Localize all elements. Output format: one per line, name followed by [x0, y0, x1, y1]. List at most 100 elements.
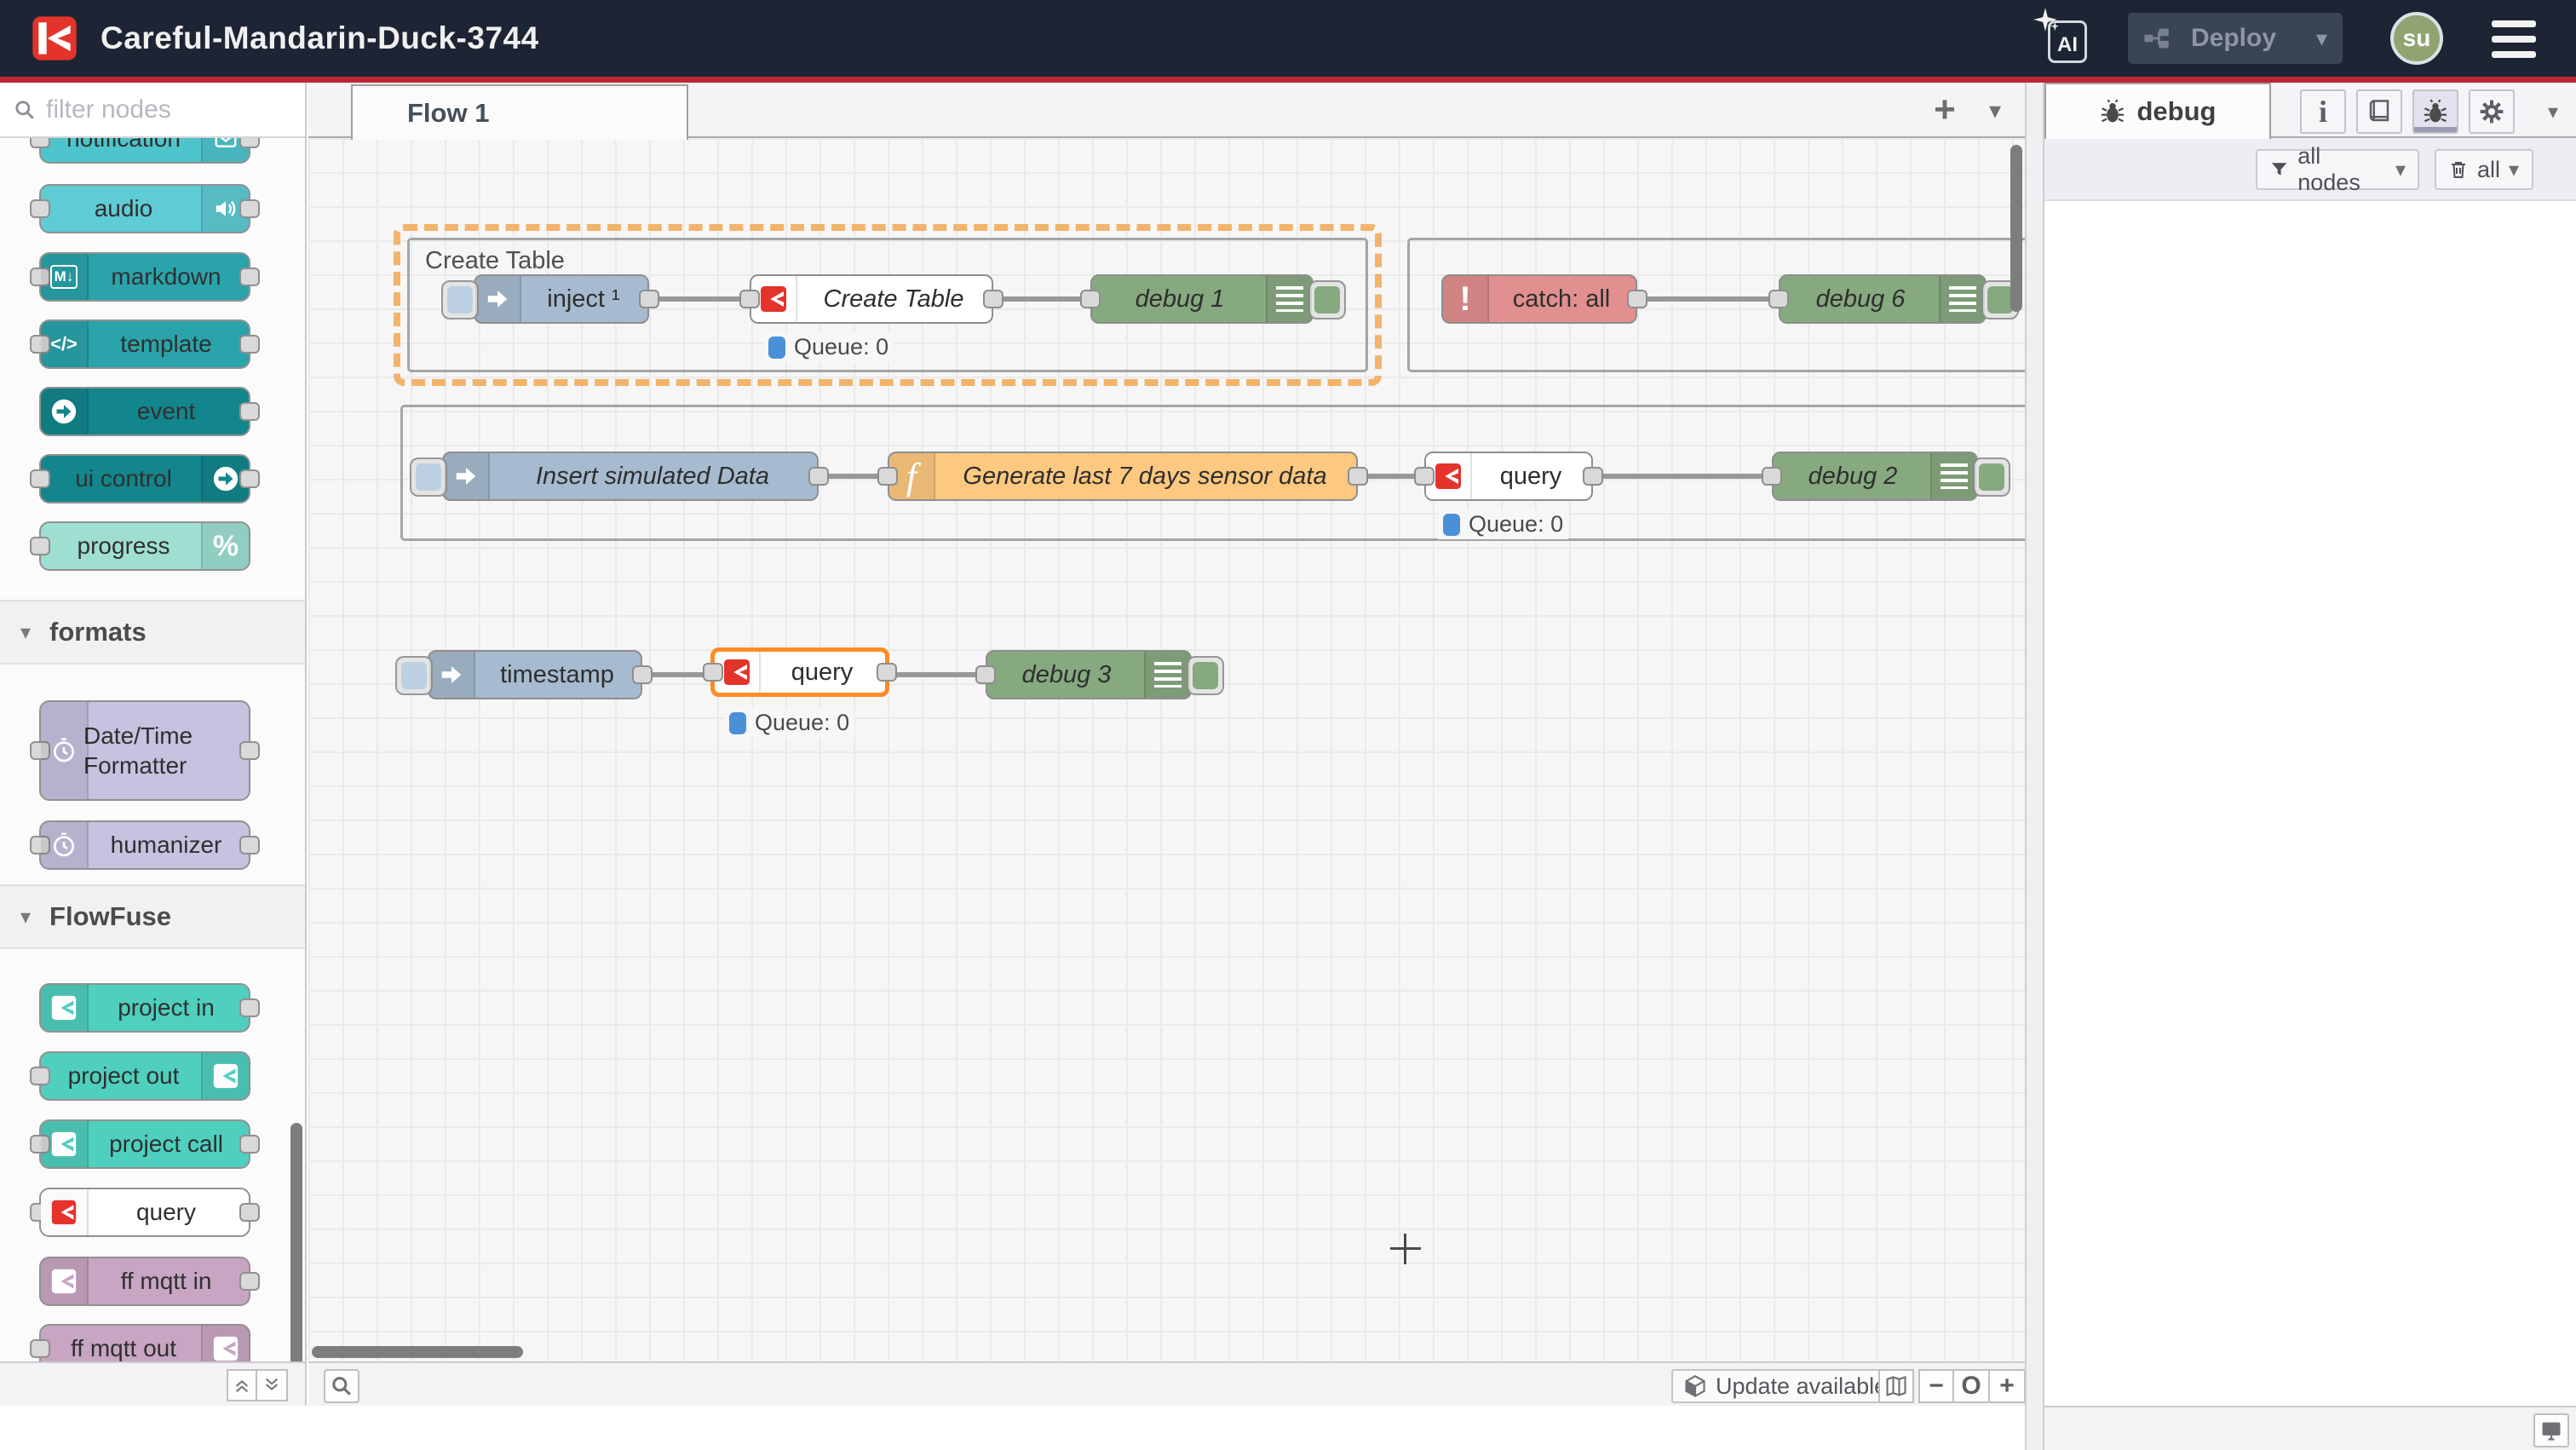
palette-scroll-area[interactable]: notification audio M↓ markdown </> templ… — [0, 138, 305, 1361]
canvas-search-button[interactable] — [324, 1369, 359, 1403]
ai-assistant-button[interactable]: AI — [2038, 14, 2087, 63]
node-query-b-selected[interactable]: query — [710, 647, 889, 697]
flowfuse-logo-icon[interactable] — [31, 14, 78, 62]
canvas-vertical-scrollbar[interactable] — [2010, 145, 2022, 312]
port-out[interactable] — [239, 469, 260, 488]
deploy-caret-icon[interactable]: ▾ — [2316, 26, 2327, 52]
expand-all-button[interactable] — [257, 1369, 288, 1401]
debug-toggle-button[interactable] — [1308, 280, 1346, 319]
port-out[interactable] — [239, 741, 260, 760]
port-in[interactable] — [30, 537, 50, 555]
deploy-button[interactable]: Deploy ▾ — [2128, 13, 2343, 64]
palette-node-humanizer[interactable]: humanizer — [39, 820, 250, 870]
palette-category-flowfuse[interactable]: ▾ FlowFuse — [0, 884, 305, 949]
port-in[interactable] — [1414, 467, 1435, 486]
node-debug-2[interactable]: debug 2 — [1772, 452, 1978, 501]
sidebar-more-button[interactable]: ▾ — [2530, 89, 2576, 134]
port-out[interactable] — [632, 665, 653, 684]
node-inject-1[interactable]: inject ¹ — [474, 274, 649, 324]
info-tab-button[interactable]: i — [2300, 89, 2346, 134]
port-out[interactable] — [1348, 467, 1368, 486]
debug-toggle-button[interactable] — [1187, 656, 1224, 695]
port-in[interactable] — [1762, 467, 1782, 486]
palette-search[interactable] — [0, 83, 305, 138]
palette-node-datetime-formatter[interactable]: Date/Time Formatter — [39, 700, 250, 801]
palette-node-project-call[interactable]: project call — [39, 1119, 250, 1169]
debug-filter-button[interactable]: all nodes ▾ — [2256, 149, 2419, 190]
zoom-reset-button[interactable]: O — [1954, 1369, 1990, 1403]
port-out[interactable] — [877, 663, 897, 682]
port-out[interactable] — [808, 467, 829, 486]
port-out[interactable] — [239, 1203, 260, 1222]
debug-toggle-button[interactable] — [1973, 457, 2010, 497]
palette-scrollbar[interactable] — [290, 1123, 302, 1361]
debug-message-list[interactable] — [2044, 201, 2576, 1406]
help-tab-button[interactable] — [2356, 89, 2402, 134]
navigator-map-button[interactable] — [1878, 1369, 1914, 1403]
update-available-button[interactable]: Update available — [1671, 1369, 1899, 1403]
port-in[interactable] — [877, 467, 898, 486]
port-in[interactable] — [30, 138, 50, 148]
palette-node-notification[interactable]: notification — [39, 138, 250, 164]
inject-button[interactable] — [410, 457, 447, 497]
open-in-window-button[interactable] — [2533, 1413, 2569, 1447]
node-create-table[interactable]: Create Table — [750, 274, 993, 324]
node-generate-sensor-data[interactable]: f Generate last 7 days sensor data — [888, 452, 1358, 501]
palette-node-query[interactable]: query — [39, 1188, 250, 1237]
palette-node-ff-mqtt-out[interactable]: ff mqtt out — [39, 1324, 250, 1361]
tab-flow1[interactable]: Flow 1 — [351, 84, 688, 140]
port-in[interactable] — [30, 199, 50, 218]
palette-category-formats[interactable]: ▾ formats — [0, 600, 305, 665]
palette-node-project-out[interactable]: project out — [39, 1051, 250, 1101]
port-out[interactable] — [239, 402, 260, 421]
port-in[interactable] — [739, 290, 760, 308]
port-out[interactable] — [239, 836, 260, 854]
add-flow-button[interactable]: + — [1923, 89, 1967, 130]
palette-node-ff-mqtt-in[interactable]: ff mqtt in — [39, 1257, 250, 1306]
port-out[interactable] — [239, 998, 260, 1017]
port-in[interactable] — [30, 1339, 50, 1358]
palette-node-template[interactable]: </> template — [39, 319, 250, 369]
node-catch-all[interactable]: ! catch: all — [1441, 274, 1637, 324]
port-in[interactable] — [1768, 290, 1789, 308]
config-tab-button[interactable] — [2469, 89, 2515, 134]
port-in[interactable] — [975, 665, 996, 684]
palette-node-markdown[interactable]: M↓ markdown — [39, 252, 250, 302]
inject-button[interactable] — [441, 280, 479, 319]
inject-button[interactable] — [395, 656, 433, 695]
zoom-in-button[interactable]: + — [1990, 1369, 2026, 1403]
wire[interactable] — [888, 672, 987, 677]
port-out[interactable] — [239, 1135, 260, 1154]
wire[interactable] — [992, 296, 1092, 302]
port-out[interactable] — [639, 290, 659, 308]
flow-canvas[interactable]: Create Table inject ¹ Create Table Queue — [308, 138, 2025, 1361]
debug-clear-button[interactable]: all ▾ — [2435, 149, 2533, 190]
user-avatar[interactable]: su — [2390, 12, 2443, 65]
palette-node-ui-control[interactable]: ui control — [39, 454, 250, 503]
port-in[interactable] — [703, 663, 723, 682]
zoom-out-button[interactable]: − — [1918, 1369, 1954, 1403]
node-debug-3[interactable]: debug 3 — [986, 650, 1192, 699]
node-debug-6[interactable]: debug 6 — [1779, 274, 1987, 324]
wire[interactable] — [649, 296, 751, 302]
port-out[interactable] — [1583, 467, 1603, 486]
port-out[interactable] — [239, 138, 260, 148]
node-timestamp[interactable]: timestamp — [428, 650, 642, 699]
palette-node-event[interactable]: event — [39, 387, 250, 436]
wire[interactable] — [1636, 296, 1780, 302]
port-in[interactable] — [1080, 290, 1101, 308]
port-out[interactable] — [983, 290, 1003, 308]
port-out[interactable] — [239, 199, 260, 218]
main-menu-button[interactable] — [2492, 20, 2536, 58]
debug-tab-button[interactable] — [2412, 89, 2458, 134]
palette-search-input[interactable] — [46, 95, 267, 124]
port-out[interactable] — [239, 335, 260, 354]
palette-node-project-in[interactable]: project in — [39, 983, 250, 1033]
canvas-horizontal-scrollbar[interactable] — [312, 1346, 523, 1358]
palette-node-audio[interactable]: audio — [39, 184, 250, 233]
port-out[interactable] — [1627, 290, 1647, 308]
node-insert-simulated-data[interactable]: Insert simulated Data — [442, 452, 819, 501]
node-query-a[interactable]: query — [1424, 452, 1593, 501]
sidebar-separator[interactable] — [2025, 83, 2044, 1450]
flow-list-button[interactable]: ▾ — [1976, 93, 2014, 127]
